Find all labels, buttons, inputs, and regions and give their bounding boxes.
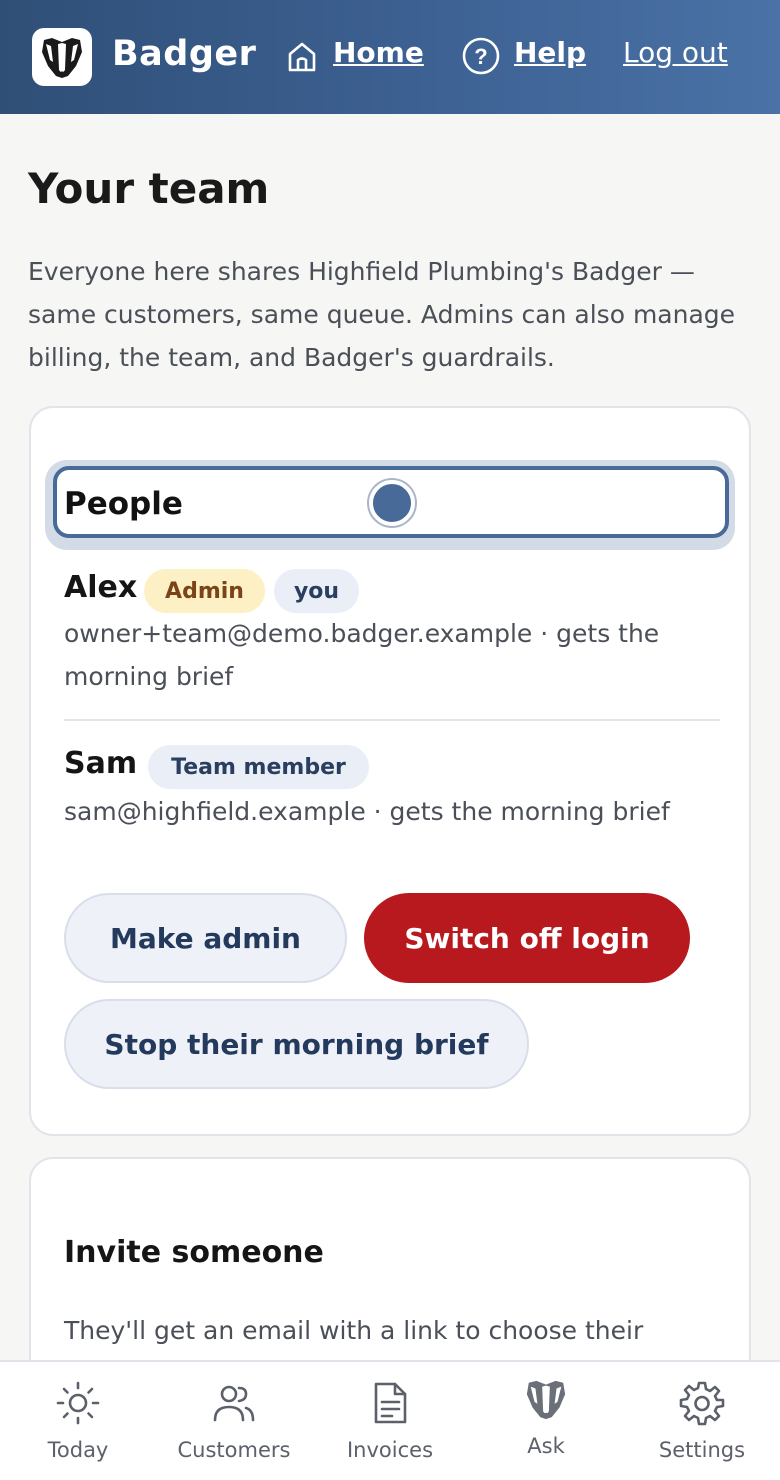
team-member-badge: Team member (148, 745, 369, 789)
admin-badge: Admin (144, 569, 265, 613)
nav-label: Customers (177, 1438, 291, 1462)
nav-ask[interactable]: Ask (468, 1362, 624, 1480)
member-divider (64, 719, 720, 721)
nav-today[interactable]: Today (0, 1362, 156, 1480)
invite-description: They'll get an email with a link to choo… (64, 1316, 644, 1345)
nav-label: Today (47, 1438, 109, 1462)
nav-label: Ask (527, 1434, 565, 1458)
member-name: Alex (64, 570, 138, 605)
people-card: People Alex Admin you owner+team@demo.ba… (29, 406, 751, 1136)
nav-home-link[interactable]: Home (333, 36, 424, 69)
logout-link[interactable]: Log out (623, 36, 728, 69)
member-detail: owner+team@demo.badger.example · gets th… (64, 619, 660, 691)
page-title: Your team (28, 164, 270, 213)
bottom-nav: Today Customers Invoices Ask Settings (0, 1360, 780, 1480)
cursor-indicator (369, 480, 415, 526)
nav-settings[interactable]: Settings (624, 1362, 780, 1480)
you-badge: you (274, 569, 359, 613)
svg-text:?: ? (474, 44, 487, 69)
stop-morning-brief-button[interactable]: Stop their morning brief (64, 999, 529, 1089)
home-icon[interactable] (286, 40, 318, 78)
make-admin-button[interactable]: Make admin (64, 893, 347, 983)
member-name: Sam (64, 746, 138, 781)
people-icon (210, 1380, 258, 1426)
badger-logo[interactable] (32, 28, 92, 86)
gear-icon (679, 1380, 725, 1426)
nav-customers[interactable]: Customers (156, 1362, 312, 1480)
badger-logo-icon (42, 38, 82, 78)
help-icon[interactable]: ? (461, 36, 501, 80)
document-icon (370, 1380, 410, 1426)
page-intro: Everyone here shares Highfield Plumbing'… (28, 257, 736, 372)
people-heading: People (64, 486, 183, 522)
nav-label: Settings (658, 1438, 746, 1462)
badger-icon (523, 1376, 569, 1422)
nav-help-link[interactable]: Help (514, 36, 586, 69)
sun-icon (55, 1380, 101, 1426)
brand-name: Badger (112, 34, 257, 74)
member-detail: sam@highfield.example · gets the morning… (64, 797, 670, 826)
nav-invoices[interactable]: Invoices (312, 1362, 468, 1480)
switch-off-login-button[interactable]: Switch off login (364, 893, 690, 983)
invite-heading: Invite someone (64, 1235, 324, 1270)
nav-label: Invoices (346, 1438, 434, 1462)
app-header: Badger Home ? Help Log out (0, 0, 780, 114)
